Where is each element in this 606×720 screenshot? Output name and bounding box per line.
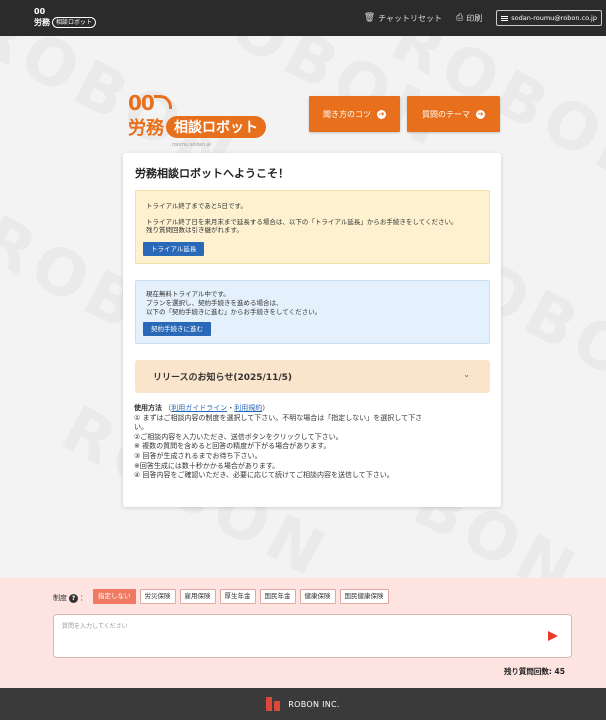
theme-button[interactable]: 質問のテーマ ➜ — [407, 96, 500, 132]
trial-extend-button[interactable]: トライアル延長 — [143, 242, 205, 256]
logo-text: 労務 — [34, 18, 50, 27]
chevron-down-icon: ⌄ — [463, 370, 470, 379]
usage-line: ※回答生成には数十秒かかる場合があります。 — [134, 461, 280, 470]
trial-extend-text: トライアル終了日を来月末まで延長する場合は、以下の「トライアル延長」からお手続き… — [146, 218, 458, 226]
system-colon: ： — [80, 594, 87, 602]
tips-button-label: 聞き方のコツ — [323, 109, 371, 119]
contract-text-1: 現在無料トライアル中です。 — [146, 290, 230, 298]
chip-employment-insurance[interactable]: 雇用保険 — [179, 589, 216, 604]
logo-text: 労務 — [128, 118, 164, 139]
contract-text-3: 以下の「契約手続きに進む」からお手続きをしてください。 — [146, 308, 322, 316]
chip-workers-comp[interactable]: 労災保険 — [139, 589, 176, 604]
system-label: 制度 ? ： — [53, 593, 87, 603]
chip-health-insurance[interactable]: 健康保険 — [299, 589, 336, 604]
main-area: ROBON ROBON ROBON ROBON ROBON ROBON ROBO… — [0, 36, 606, 578]
usage-line: ③ 回答が生成されるまでお待ち下さい。 — [134, 451, 262, 460]
paren-close: ） — [262, 404, 270, 412]
logo-mark: 00 — [128, 91, 155, 115]
logo-pill: 相談ロボット — [166, 116, 266, 138]
welcome-title: 労務相談ロボットへようこそ！ — [135, 167, 289, 180]
release-title: リリースのお知らせ(2025/11/5) — [153, 373, 293, 383]
usage-line: ②ご相談内容を入力いただき、送信ボタンをクリックして下さい。 — [134, 432, 343, 441]
account-menu-button[interactable]: sodan-roumu@robon.co.jp — [496, 10, 602, 26]
print-label: 印刷 — [466, 13, 483, 23]
company-name: ROBON INC. — [288, 699, 340, 709]
trial-carryover-text: 残り質問回数は引き継がれます。 — [146, 226, 243, 234]
chat-reset-button[interactable]: 🗑 チャットリセット — [364, 13, 442, 24]
help-icon[interactable]: ? — [69, 593, 78, 603]
app-logo[interactable]: 00 労務 相談ロボット — [34, 8, 96, 30]
question-input[interactable] — [62, 621, 532, 651]
print-button[interactable]: ⎙ 印刷 — [456, 13, 482, 24]
arrow-right-icon: ➜ — [476, 109, 485, 119]
chip-national-health-insurance[interactable]: 国民健康保険 — [339, 589, 389, 604]
footer: ROBON INC. — [0, 688, 606, 720]
chat-reset-label: チャットリセット — [378, 13, 443, 23]
system-chips: 指定しない 労災保険 雇用保険 厚生年金 国民年金 健康保険 国民健康保険 — [93, 589, 389, 604]
contract-notice: 現在無料トライアル中です。 プランを選択し、契約手続きを進める場合は、 以下の「… — [135, 280, 490, 344]
guide-link[interactable]: 利用ガイドライン — [171, 404, 227, 412]
chip-national-pension[interactable]: 国民年金 — [259, 589, 296, 604]
usage-label: 使用方法 — [134, 404, 162, 412]
terms-link[interactable]: 利用規約 — [234, 404, 262, 412]
contract-text-2: プランを選択し、契約手続きを進める場合は、 — [146, 299, 283, 307]
theme-button-label: 質問のテーマ — [422, 109, 470, 119]
logo-subtitle: roumu.sodan.ai — [172, 142, 211, 148]
question-input-box — [53, 614, 572, 658]
usage-line: ① まずはご相談内容の制度を選択して下さい。不明な場合は「指定しない」を選択して… — [134, 413, 423, 422]
account-email: sodan-roumu@robon.co.jp — [511, 14, 597, 22]
system-label-text: 制度 — [53, 594, 67, 602]
usage-section: 使用方法 （利用ガイドライン・利用規約） ① まずはご相談内容の制度を選択して下… — [134, 404, 494, 481]
chip-employees-pension[interactable]: 厚生年金 — [219, 589, 256, 604]
main-logo: 00 労務 相談ロボット roumu.sodan.ai — [128, 93, 268, 153]
send-icon[interactable] — [548, 631, 558, 641]
welcome-card: 労務相談ロボットへようこそ！ トライアル終了まであと5日です。 トライアル終了日… — [123, 153, 501, 507]
menu-icon — [501, 15, 509, 21]
printer-icon: ⎙ — [456, 13, 464, 23]
remaining-questions: 残り質問回数: 45 — [503, 667, 565, 676]
trial-days-left: トライアル終了まであと5日です。 — [146, 202, 247, 210]
arrow-right-icon: ➜ — [377, 109, 386, 119]
trash-icon: 🗑 — [363, 13, 376, 23]
logo-mark: 00 — [34, 7, 46, 16]
usage-line: ※ 複数の質問を含めると回答の精度が下がる場合があります。 — [134, 442, 331, 451]
input-panel: 制度 ? ： 指定しない 労災保険 雇用保険 厚生年金 国民年金 健康保険 国民… — [0, 578, 606, 688]
usage-line: い。 — [134, 423, 148, 432]
logo-pill: 相談ロボット — [52, 17, 96, 28]
trial-notice: トライアル終了まであと5日です。 トライアル終了日を来月末まで延長する場合は、以… — [135, 190, 490, 264]
usage-line: ④ 回答内容をご確認いただき、必要に応じて続けてご相談内容を送信して下さい。 — [134, 471, 394, 480]
contract-button[interactable]: 契約手続きに進む — [143, 322, 211, 336]
robon-logo-icon — [266, 697, 282, 711]
tips-button[interactable]: 聞き方のコツ ➜ — [309, 96, 400, 132]
top-bar: 00 労務 相談ロボット 🗑 チャットリセット ⎙ 印刷 sodan-roumu… — [0, 0, 606, 36]
chip-unspecified[interactable]: 指定しない — [93, 589, 136, 604]
release-accordion[interactable]: リリースのお知らせ(2025/11/5) ⌄ — [135, 360, 490, 393]
